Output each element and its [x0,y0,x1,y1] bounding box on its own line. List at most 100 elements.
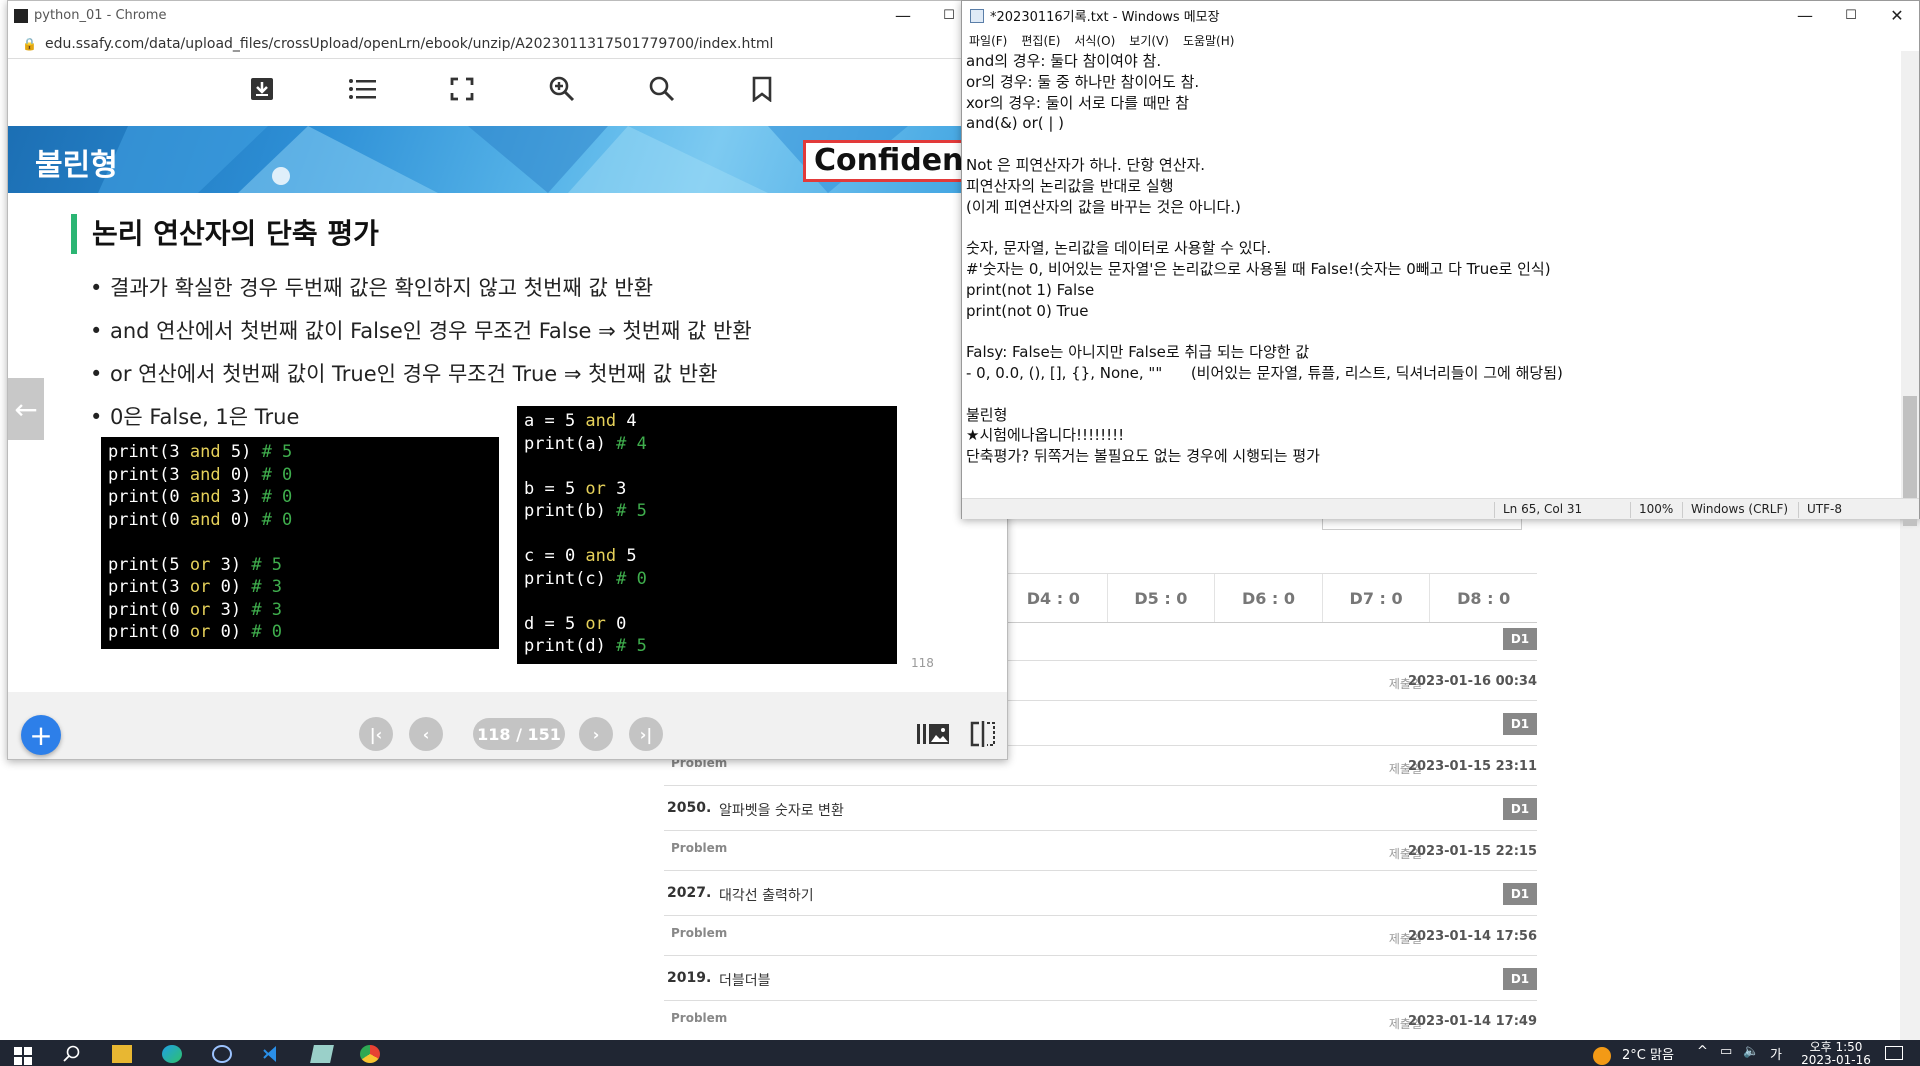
level-badge: D1 [1503,798,1537,820]
code-right-line [524,523,890,546]
problem-kind: Problem [671,1011,728,1025]
edge-icon[interactable] [162,1045,182,1063]
notepad-menubar: 파일(F) 편집(E) 서식(O) 보기(V) 도움말(H) [962,30,1919,51]
code-left-line: print(5 or 3) # 5 [108,554,283,575]
notepad-close-button[interactable]: ✕ [1874,1,1920,30]
tab-d4[interactable]: D4 : 0 [1000,574,1108,622]
code-right-line: d = 5 or 0 [524,613,627,634]
page-scrollbar[interactable] [1900,500,1920,1040]
last-page-button[interactable]: ›| [629,717,663,751]
notepad-app-icon [970,8,984,23]
notepad-line: or의 경우: 둘 중 하나만 참이어도 참. [966,72,1200,91]
menu-file[interactable]: 파일(F) [969,32,1007,49]
zoom-in-icon[interactable] [544,71,580,107]
url-text[interactable]: edu.ssafy.com/data/upload_files/crossUpl… [45,36,773,52]
code-left-line: print(0 and 0) # 0 [108,509,293,530]
level-badge: D1 [1503,968,1537,990]
notepad-line: print(not 0) True [966,301,1089,320]
ime-indicator[interactable]: 가 [1770,1044,1782,1063]
tab-d8[interactable]: D8 : 0 [1430,574,1537,622]
problem-title[interactable]: 더블더블 [719,970,771,990]
chrome-window: python_01 - Chrome — ☐ 🔒 edu.ssafy.com/d… [7,0,1008,760]
notepad-maximize-button[interactable]: ☐ [1828,1,1874,30]
chrome-app-icon [14,8,28,23]
slide-page-number: 118 [911,656,934,670]
notepad-line: 불린형 [966,405,1008,424]
menu-view[interactable]: 보기(V) [1129,32,1169,49]
notepad-line: 단축평가? 뒤쪽거는 볼필요도 없는 경우에 시행되는 평가 [966,447,1320,466]
weather-icon[interactable] [1593,1047,1611,1065]
tab-d6[interactable]: D6 : 0 [1215,574,1323,622]
vscode-icon[interactable] [262,1045,282,1063]
download-icon[interactable] [244,71,280,107]
notepad-minimize-button[interactable]: — [1782,1,1828,30]
notepad-scrollbar[interactable] [1901,51,1919,526]
clock[interactable]: 오후 1:50 2023-01-16 [1796,1041,1876,1066]
list-item[interactable]: 2019. 더블더블 D1 Problem 제출일 2023-01-14 17:… [664,968,1537,1040]
problem-number: 2027. [667,885,712,901]
notepad-taskbar-icon[interactable] [310,1045,334,1063]
problem-title[interactable]: 대각선 출력하기 [719,885,814,905]
code-right-line: print(b) # 5 [524,501,647,521]
code-right-line: b = 5 or 3 [524,478,627,499]
notification-icon[interactable] [1885,1046,1903,1060]
app-icon[interactable] [212,1045,232,1063]
tab-d7[interactable]: D7 : 0 [1323,574,1431,622]
notepad-line: ★시험에나옵니다!!!!!!!! [966,426,1125,445]
problem-title[interactable]: 알파벳을 숫자로 변환 [719,800,844,820]
file-explorer-icon[interactable] [112,1045,132,1063]
menu-edit[interactable]: 편집(E) [1021,32,1060,49]
back-arrow-icon[interactable]: ← [8,378,44,440]
notepad-text-area[interactable]: and의 경우: 둘다 참이여야 참. or의 경우: 둘 중 하나만 참이어도 … [962,51,1899,498]
level-badge: D1 [1503,628,1537,650]
search-icon[interactable] [644,71,680,107]
section-accent-bar [71,214,77,254]
prev-page-button[interactable]: ‹ [409,717,443,751]
bullet-item: • 0은 False, 1은 True [90,405,300,429]
notepad-line: xor의 경우: 둘이 서로 다를 때만 참 [966,93,1190,112]
difficulty-tabs: D4 : 0 D5 : 0 D6 : 0 D7 : 0 D8 : 0 [1000,573,1537,623]
ebook-toolbar [8,59,1007,126]
code-right-line [524,455,890,478]
network-icon[interactable]: ▭ [1720,1044,1732,1059]
chrome-icon[interactable] [360,1045,380,1063]
page-split-icon[interactable] [969,720,997,752]
fullscreen-icon[interactable] [444,71,480,107]
tray-chevron-icon[interactable]: ^ [1697,1044,1708,1059]
bookmark-icon[interactable] [744,71,780,107]
menu-help[interactable]: 도움말(H) [1183,32,1235,49]
tab-d5[interactable]: D5 : 0 [1108,574,1216,622]
list-icon[interactable] [344,71,380,107]
submit-date: 2023-01-14 17:56 [1407,929,1537,944]
submit-date: 2023-01-15 23:11 [1407,759,1537,774]
code-block-left: print(3 and 5) # 5 print(3 and 0) # 0 prin… [101,437,499,649]
next-page-button[interactable]: › [579,717,613,751]
thumbnail-view-icon[interactable] [916,721,950,751]
bullet-item: • and 연산에서 첫번째 값이 False인 경우 무조건 False ⇒ 첫… [90,319,752,343]
ebook-slide: 불린형 Confidential 논리 연산자의 단축 평가 • 결과가 확실한 … [8,126,1007,692]
code-right-line: print(c) # 0 [524,568,647,589]
volume-icon[interactable]: 🔈 [1743,1044,1759,1059]
notepad-line [966,321,1899,342]
windows-start-icon[interactable] [14,1047,34,1065]
add-button[interactable]: + [21,715,61,755]
code-left-line [108,531,492,554]
page-indicator[interactable]: 118 / 151 [473,718,565,750]
first-page-button[interactable]: |‹ [359,717,393,751]
menu-format[interactable]: 서식(O) [1074,32,1115,49]
weather-text[interactable]: 2°C 맑음 [1622,1044,1674,1063]
notepad-line: #'숫자는 0, 비어있는 문자열'은 논리값으로 사용될 때 False!(숫… [966,259,1551,278]
code-left-line: print(0 and 3) # 0 [108,487,293,507]
address-bar[interactable]: 🔒 edu.ssafy.com/data/upload_files/crossU… [8,30,1007,59]
notepad-line: and의 경우: 둘다 참이여야 참. [966,52,1162,70]
notepad-line: 숫자, 문자열, 논리값을 데이터로 사용할 수 있다. [966,239,1272,258]
code-right-line [524,590,890,613]
bullet-item: • or 연산에서 첫번째 값이 True인 경우 무조건 True ⇒ 첫번째 … [90,362,718,386]
problem-kind: Problem [671,841,728,855]
notepad-line: and(&) or( | ) [966,114,1065,133]
taskbar-search-icon[interactable] [63,1045,83,1063]
problem-number: 2050. [667,800,712,816]
minimize-button[interactable]: — [880,1,926,30]
notepad-line [966,384,1899,405]
line-ending: Windows (CRLF) [1682,502,1788,518]
